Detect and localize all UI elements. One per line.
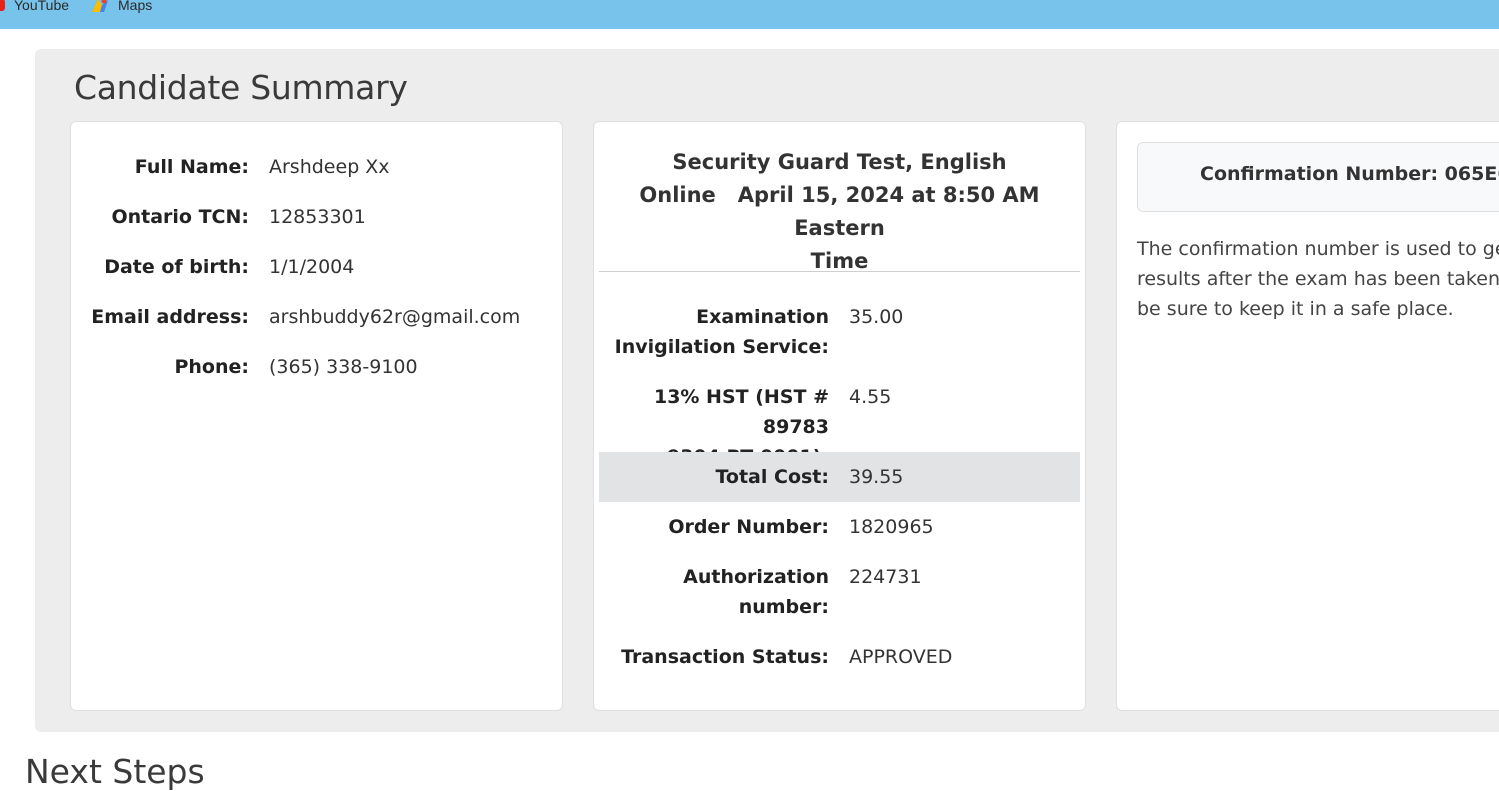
status-value: APPROVED [849, 646, 953, 668]
exam-order-card: Security Guard Test, English Online Apri… [593, 121, 1086, 711]
dob-value: 1/1/2004 [269, 256, 355, 278]
confirmation-note-line1: The confirmation number is used to ge [1137, 238, 1499, 260]
bookmark-youtube[interactable]: YouTube [0, 0, 69, 14]
order-value: 1820965 [849, 516, 934, 538]
tcn-label: Ontario TCN: [111, 206, 249, 228]
maps-icon [92, 0, 108, 12]
fee-value: 35.00 [849, 306, 904, 328]
exam-title: Security Guard Test, English [672, 150, 1007, 174]
youtube-icon [0, 0, 5, 11]
confirmation-note-line2: results after the exam has been taken. [1137, 268, 1499, 290]
exam-schedule: Online April 15, 2024 at 8:50 AM Eastern [599, 179, 1080, 245]
fee-label: Examination Invigilation Service: [599, 302, 829, 362]
confirmation-card: Confirmation Number: 065E67 The confirma… [1116, 121, 1499, 711]
total-label: Total Cost: [715, 466, 829, 488]
exam-datetime-line1: April 15, 2024 at 8:50 AM Eastern [737, 183, 1040, 240]
tcn-value: 12853301 [269, 206, 366, 228]
phone-value: (365) 338-9100 [269, 356, 418, 378]
email-label: Email address: [91, 306, 249, 328]
next-steps-heading: Next Steps [25, 752, 205, 791]
candidate-info-card: Full Name: Arshdeep Xx Ontario TCN: 1285… [70, 121, 563, 711]
confirmation-note-line3: be sure to keep it in a safe place. [1137, 298, 1454, 320]
status-label: Transaction Status: [621, 646, 829, 668]
exam-mode: Online [639, 183, 716, 207]
dob-label: Date of birth: [104, 256, 249, 278]
bookmark-maps-label: Maps [118, 0, 153, 13]
confirmation-box: Confirmation Number: 065E67 [1137, 142, 1499, 212]
auth-label-line1: Authorization [683, 566, 829, 588]
order-label: Order Number: [668, 516, 829, 538]
confirmation-number: Confirmation Number: 065E67 [1200, 163, 1499, 185]
confirmation-note: The confirmation number is used to ge re… [1137, 234, 1499, 324]
auth-label: Authorization number: [599, 562, 829, 622]
exam-datetime-line2: Time [810, 249, 869, 273]
tax-value: 4.55 [849, 386, 892, 408]
tax-label-line1: 13% HST (HST # 89783 [653, 386, 829, 438]
full-name-label: Full Name: [134, 156, 249, 178]
bookmarks-bar: YouTube Maps [0, 0, 1499, 29]
total-value: 39.55 [849, 466, 904, 488]
auth-label-line2: number: [738, 596, 829, 618]
email-value: arshbuddy62r@gmail.com [269, 306, 521, 328]
bookmark-maps[interactable]: Maps [90, 0, 152, 14]
exam-divider [599, 271, 1080, 272]
exam-heading: Security Guard Test, English Online Apri… [599, 146, 1080, 278]
auth-value: 224731 [849, 566, 922, 588]
full-name-value: Arshdeep Xx [269, 156, 390, 178]
phone-label: Phone: [174, 356, 249, 378]
fee-label-line1: Examination [696, 306, 829, 328]
fee-label-line2: Invigilation Service: [614, 336, 829, 358]
page-title: Candidate Summary [74, 68, 408, 107]
bookmark-youtube-label: YouTube [14, 0, 70, 13]
